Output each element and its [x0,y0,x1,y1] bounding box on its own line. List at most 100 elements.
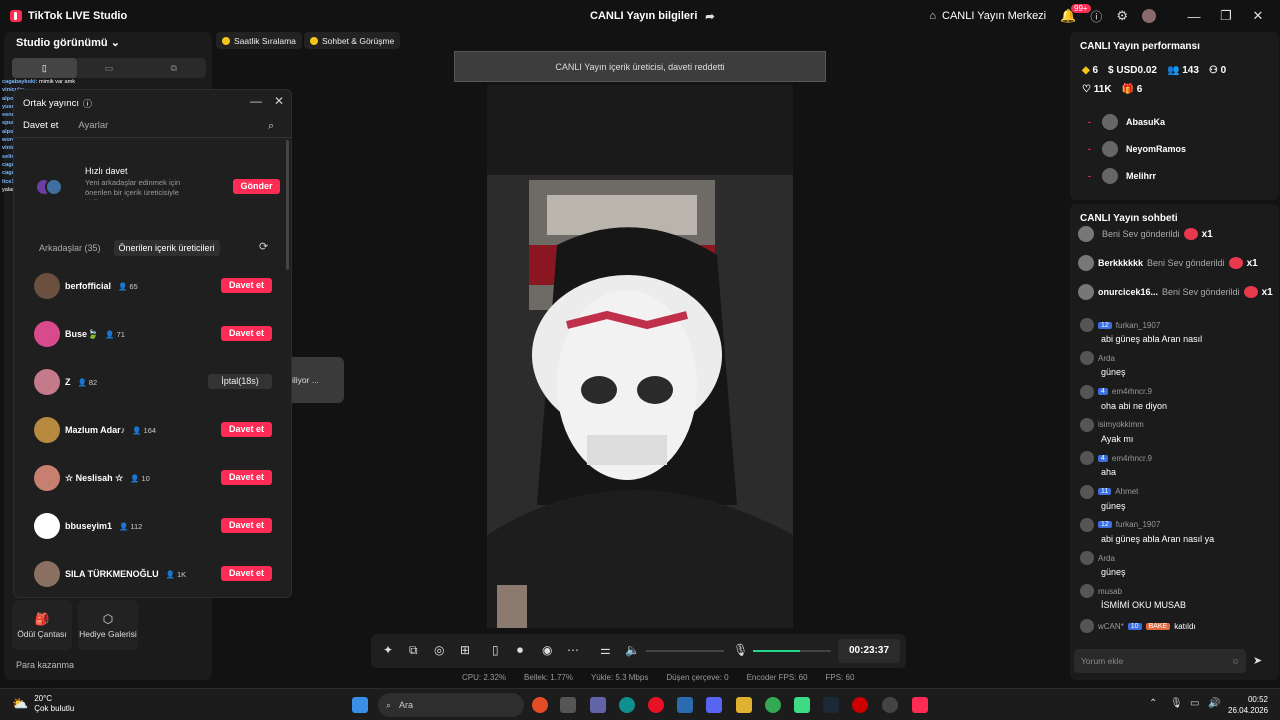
search-icon[interactable]: ⌕ [268,120,274,133]
mic-volume-slider[interactable] [753,650,831,652]
tab-invite[interactable]: Davet et [23,120,58,131]
level-badge: 11 [1098,488,1112,495]
scrollbar[interactable] [286,140,289,270]
teams-icon[interactable] [590,697,606,713]
more-icon[interactable]: ⋯ [567,643,579,657]
gift-message: onurcicek16... Beni Sev gönderildi x1 [1078,284,1274,300]
screen-share-icon[interactable]: ⧉ [409,643,418,658]
gifter-rank-row[interactable]: - Melihrr [1088,168,1156,184]
level-badge: 4 [1098,454,1108,462]
chevron-up-icon[interactable]: ⌃ [1149,698,1157,709]
record-icon[interactable]: ⏺ [517,643,523,658]
comment-input[interactable]: Yorum ekle ☺ [1074,649,1246,673]
speaker-volume-slider[interactable] [646,650,724,652]
layout-switcher[interactable]: ▯ ▭ ⧉ [12,58,206,78]
help-icon[interactable]: ⓘ [1090,8,1102,25]
display-icon[interactable]: ▭ [1190,698,1199,709]
tab-suggested-creators[interactable]: Önerilen içerik üreticileri [113,240,220,256]
refresh-icon[interactable]: ⟳ [259,240,268,253]
chat-message: Arda güneş [1080,351,1270,377]
chat-message: Arda güneş [1080,551,1270,577]
split-layout-icon[interactable]: ⧉ [141,58,206,78]
camera-icon[interactable]: ◉ [542,643,552,657]
tab-friends[interactable]: Arkadaşlar (35) [34,240,106,256]
avatar [1080,351,1094,366]
invite-button[interactable]: Davet et [221,422,272,437]
emoji-icon[interactable]: ☺ [1231,649,1240,673]
edge-icon[interactable] [619,697,635,713]
close-icon[interactable]: ✕ [1242,8,1274,24]
microphone-tray-icon[interactable]: 🎙 [1170,698,1183,709]
chrome-icon[interactable] [532,697,548,713]
android-icon[interactable] [794,697,810,713]
live-center-button[interactable]: ⌂ CANLI Yayın Merkezi [929,10,1046,22]
add-source-icon[interactable]: ⊞ [460,643,470,657]
weather-condition: Çok bulutlu [34,704,75,713]
discord-icon[interactable] [706,697,722,713]
send-icon[interactable]: ➤ [1253,654,1262,667]
temperature: 20°C [34,694,53,703]
chat-message: musab İSMİMİ OKU MUSAB [1080,584,1270,610]
weather-widget[interactable]: ⛅ 20°C Çok bulutlu [12,694,74,714]
memory-stat: Bellek: 1.77% [524,673,573,682]
invite-button[interactable]: Davet et [221,326,272,341]
mail-icon[interactable] [677,697,693,713]
chat-message: isimyokkimm Ayak mı [1080,417,1270,444]
hourly-ranking-label: Saatlik Sıralama [234,35,296,46]
tab-settings[interactable]: Ayarlar [78,120,108,131]
maximize-icon[interactable]: ❐ [1210,8,1242,24]
opera-icon[interactable] [648,697,664,713]
folder-icon[interactable] [736,697,752,713]
invite-button[interactable]: Davet et [221,566,272,581]
send-button[interactable]: Gönder [233,179,280,194]
obs-icon[interactable] [882,697,898,713]
likes-value: 11K [1093,84,1112,95]
phone-icon[interactable]: ▯ [492,643,499,657]
sliders-icon[interactable]: ⚌ [600,643,611,657]
steam-icon[interactable] [823,697,839,713]
chat-user: Arda [1098,553,1115,563]
effects-icon[interactable]: ◎ [434,643,444,657]
store-icon[interactable] [560,697,576,713]
taskbar-search[interactable]: ⌕ Ara [378,693,524,717]
invite-button[interactable]: Davet et [221,278,272,293]
close-popup-icon[interactable]: ✕ [274,94,284,108]
cancel-invite-button[interactable]: İptal(18s) [208,374,272,389]
gift-sender: Berkkkkkk [1098,258,1144,268]
follower-count: 👤 65 [118,282,138,291]
hourly-ranking-pill[interactable]: Saatlik Sıralama [216,32,302,49]
tiktok-live-taskbar-icon[interactable] [912,697,928,713]
landscape-layout-icon[interactable]: ▭ [77,58,142,78]
follower-count: 👤 1K [166,570,187,579]
system-clock[interactable]: 00:52 26.04.2026 [1228,694,1268,716]
portrait-layout-icon[interactable]: ▯ [12,58,77,78]
minimize-icon[interactable]: — [1178,9,1210,24]
gifter-rank-row[interactable]: - NeyomRamos [1088,141,1186,157]
info-icon[interactable]: ⓘ [83,97,92,110]
gifter-rank-row[interactable]: - AbasuKa [1088,114,1165,130]
invite-button[interactable]: Davet et [221,470,272,485]
magic-wand-icon[interactable]: ✦ [383,643,393,657]
gift-gallery-button[interactable]: ⬡ Hediye Galerisi [78,600,138,650]
volume-icon[interactable]: 🔊 [1208,698,1220,709]
chrome-alt-icon[interactable] [765,697,781,713]
search-icon: ⌕ [386,699,392,710]
speaker-icon[interactable]: 🔈 [625,643,640,657]
share-icon[interactable]: ➦ [705,10,714,23]
avatar [1080,551,1094,566]
studio-view-dropdown[interactable]: Studio görünümü ⌄ [16,36,120,49]
youtube-icon[interactable] [852,697,868,713]
reward-bag-button[interactable]: 🎒 Ödül Çantası [12,600,72,650]
chat-and-call-pill[interactable]: Sohbet & Görüşme [304,32,401,49]
person-icon: 👤 [130,473,140,483]
minimize-popup-icon[interactable]: — [250,94,262,108]
avatar[interactable] [1142,9,1156,23]
settings-gear-icon[interactable]: ⚙ [1116,8,1128,24]
avatar [34,561,60,587]
invite-button[interactable]: Davet et [221,518,272,533]
person-icon: 👤 [165,569,176,579]
windows-start-icon[interactable] [352,697,368,713]
live-info-title[interactable]: CANLI Yayın bilgileri ➦ [590,10,715,23]
gifter-name: NeyomRamos [1126,144,1187,154]
microphone-icon[interactable]: 🎙 [733,643,748,657]
